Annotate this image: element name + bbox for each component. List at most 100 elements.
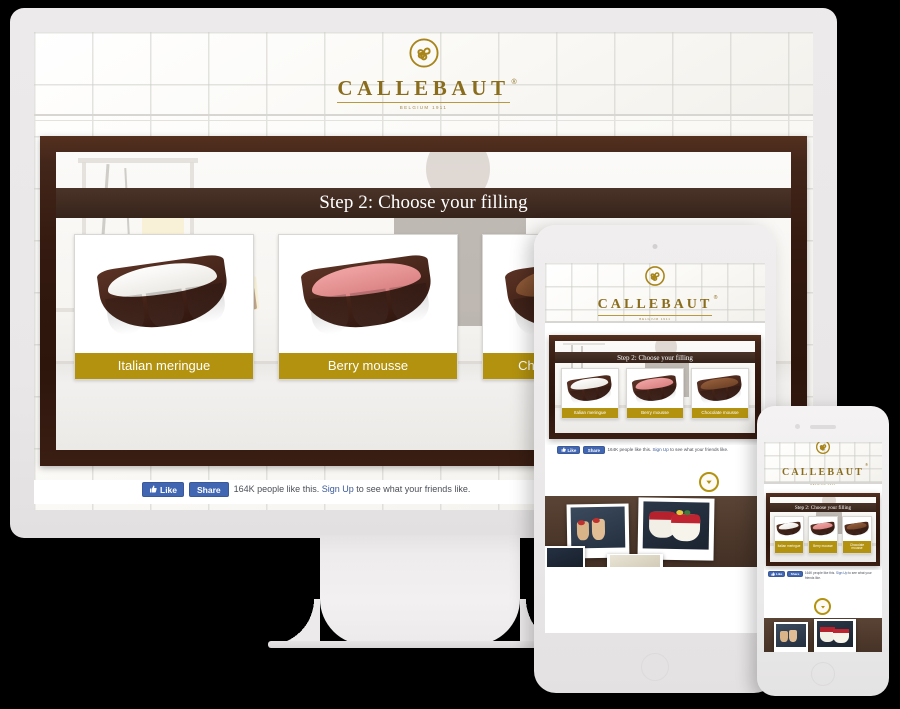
- filling-image: [75, 235, 253, 353]
- tablet-frame-inner: Step 2: Choose your filling Italian meri…: [555, 341, 755, 433]
- filling-image: [775, 517, 803, 541]
- gallery-photo[interactable]: [607, 554, 663, 567]
- facebook-like-button[interactable]: Like: [142, 482, 185, 497]
- praline-icon: [844, 521, 870, 537]
- filling-card[interactable]: Italian meringue: [774, 516, 804, 554]
- signup-link[interactable]: Sign Up: [836, 571, 847, 575]
- filling-card[interactable]: Berry mousse: [626, 368, 684, 419]
- chevron-down-circle-icon[interactable]: [814, 598, 831, 615]
- chevron-down-circle-icon[interactable]: [699, 472, 719, 492]
- filling-card[interactable]: Berry mousse: [278, 234, 458, 380]
- monitor-stand-neck: [268, 535, 572, 645]
- praline-icon: [810, 521, 836, 537]
- phone-home-button[interactable]: [811, 662, 835, 686]
- facebook-like-button[interactable]: Like: [557, 446, 581, 454]
- filling-label: Chocolate mousse: [843, 541, 871, 553]
- social-tail-text: to see what your friends like.: [670, 447, 729, 452]
- like-label: Like: [776, 572, 783, 576]
- gallery-photo[interactable]: [637, 497, 715, 561]
- share-label: Share: [790, 572, 800, 576]
- tablet-social-bar: Like Share 164K people like this. Sign U…: [545, 445, 765, 458]
- facebook-share-button[interactable]: Share: [583, 446, 605, 454]
- filling-card[interactable]: Italian meringue: [74, 234, 254, 380]
- tablet-site-header: CALLEBAUT ® BELGIUM 1911: [545, 263, 765, 323]
- thumbs-up-icon: [771, 571, 775, 577]
- filling-image: [279, 235, 457, 353]
- brand-logo[interactable]: CALLEBAUT ® BELGIUM 1911: [597, 265, 717, 321]
- thumbs-up-icon: [561, 447, 566, 453]
- device-mockup-scene: CALLEBAUT ® BELGIUM 1911 Step 2: Choose …: [0, 0, 900, 709]
- phone-social-bar: Like Share 164K people like this. Sign U…: [764, 570, 882, 584]
- gallery-photo[interactable]: [545, 546, 585, 567]
- phone-device: CALLEBAUT ® BELGIUM 1911 Step 2: Choose …: [757, 406, 889, 696]
- praline-icon: [566, 374, 614, 404]
- like-label: Like: [160, 484, 178, 495]
- share-label: Share: [587, 447, 600, 453]
- desktop-site-header: CALLEBAUT ® BELGIUM 1911: [34, 32, 813, 121]
- phone-speaker-icon: [810, 425, 836, 429]
- callebaut-triskelion-logo-icon: [815, 442, 830, 459]
- filling-image: [692, 369, 748, 408]
- brand-logo[interactable]: CALLEBAUT ® BELGIUM 1911: [781, 442, 868, 486]
- monitor-stand-base: [268, 641, 573, 648]
- share-label: Share: [197, 484, 221, 495]
- phone-site-page: CALLEBAUT ® BELGIUM 1911 Step 2: Choose …: [764, 442, 882, 652]
- phone-site-header: CALLEBAUT ® BELGIUM 1911: [764, 442, 882, 486]
- filling-label: Chocolate mousse: [692, 408, 748, 418]
- phone-step-title-bar: Step 2: Choose your filling: [770, 503, 876, 512]
- brand-tagline: BELGIUM 1911: [639, 316, 671, 321]
- praline-icon: [776, 521, 802, 537]
- filling-card[interactable]: Berry mousse: [808, 516, 838, 554]
- tablet-step-title: Step 2: Choose your filling: [617, 353, 693, 362]
- filling-card[interactable]: Chocolate mousse: [842, 516, 872, 554]
- callebaut-triskelion-logo-icon: [645, 265, 665, 291]
- praline-icon: [696, 374, 744, 404]
- filling-label: Berry mousse: [627, 408, 683, 418]
- filling-image: [627, 369, 683, 408]
- filling-card[interactable]: Italian meringue: [561, 368, 619, 419]
- phone-screen: CALLEBAUT ® BELGIUM 1911 Step 2: Choose …: [764, 442, 882, 652]
- social-count-text: 164K people like this. Sign Up to see wh…: [608, 446, 729, 454]
- phone-photo-gallery: [764, 618, 882, 652]
- tablet-filling-options: Italian meringue Berry mousse Chocolate …: [561, 368, 749, 419]
- social-tail-text: to see what your friends like.: [356, 484, 471, 494]
- phone-wood-frame: Step 2: Choose your filling Italian meri…: [766, 493, 880, 566]
- tablet-home-button[interactable]: [641, 653, 669, 681]
- phone-step-title: Step 2: Choose your filling: [794, 504, 852, 511]
- thumbs-up-icon: [149, 485, 157, 495]
- phone-filling-options: Italian meringue Berry mousse Chocolate …: [774, 516, 872, 554]
- tablet-camera-icon: [652, 244, 658, 249]
- like-label: Like: [567, 447, 577, 453]
- header-divider: [764, 482, 882, 484]
- header-divider-secondary: [34, 120, 813, 121]
- filling-label: Italian meringue: [562, 408, 618, 418]
- filling-label: Italian meringue: [75, 353, 253, 379]
- header-divider: [545, 321, 765, 323]
- praline-icon: [96, 253, 232, 337]
- tablet-device: CALLEBAUT ® BELGIUM 1911 Step 2: Choose …: [534, 225, 776, 693]
- facebook-share-button[interactable]: Share: [787, 571, 803, 577]
- header-divider: [34, 114, 813, 116]
- facebook-like-button[interactable]: Like: [768, 571, 786, 577]
- brand-tagline: BELGIUM 1911: [399, 105, 448, 110]
- tablet-screen: CALLEBAUT ® BELGIUM 1911 Step 2: Choose …: [545, 263, 765, 633]
- brand-logo[interactable]: CALLEBAUT ® BELGIUM 1911: [337, 38, 517, 110]
- callebaut-triskelion-logo-icon: [408, 38, 439, 73]
- filling-image: [562, 369, 618, 408]
- tablet-step-title-bar: Step 2: Choose your filling: [555, 352, 755, 363]
- social-count-text: 164K people like this. Sign Up to see wh…: [805, 571, 880, 581]
- filling-card[interactable]: Chocolate mousse: [691, 368, 749, 419]
- gallery-photo[interactable]: [814, 619, 856, 652]
- praline-icon: [300, 253, 436, 337]
- tablet-site-page: CALLEBAUT ® BELGIUM 1911 Step 2: Choose …: [545, 263, 765, 633]
- gallery-photo[interactable]: [774, 622, 808, 652]
- phone-camera-icon: [795, 424, 800, 429]
- tablet-wood-frame: Step 2: Choose your filling Italian meri…: [549, 335, 761, 439]
- praline-icon: [631, 374, 679, 404]
- brand-name: CALLEBAUT: [597, 296, 713, 312]
- brand-name: CALLEBAUT: [337, 76, 510, 100]
- signup-link[interactable]: Sign Up: [652, 447, 668, 452]
- signup-link[interactable]: Sign Up: [322, 484, 354, 494]
- facebook-share-button[interactable]: Share: [189, 482, 229, 497]
- like-count: 164K people like this.: [233, 484, 320, 494]
